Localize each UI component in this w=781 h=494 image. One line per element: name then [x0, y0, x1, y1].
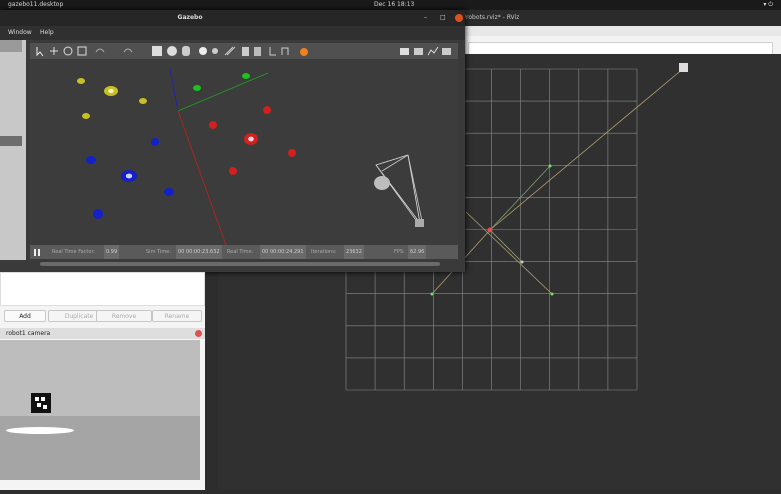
camera-floor — [0, 416, 200, 480]
tf-frames — [430, 63, 688, 296]
iterations-label: Iterations: — [311, 249, 337, 255]
maximize-icon[interactable]: □ — [440, 10, 446, 26]
iterations-value: 23632 — [344, 245, 364, 259]
log-icon[interactable] — [414, 48, 423, 55]
yellow-object — [77, 78, 85, 84]
sim-time-label: Sim Time: — [146, 249, 171, 255]
menu-window[interactable]: Window — [8, 26, 32, 40]
tf-frame-marker — [548, 164, 552, 168]
z-axis-line — [169, 68, 179, 112]
tf-frame-marker — [487, 227, 493, 233]
tf-frame-marker — [520, 260, 524, 264]
rename-button[interactable]: Rename — [152, 310, 202, 322]
object-highlight — [248, 136, 254, 142]
aruco-marker — [31, 393, 51, 413]
fps-label: FPS: — [394, 249, 405, 255]
translate-icon[interactable] — [50, 47, 58, 55]
blue-object — [151, 138, 159, 146]
camera-image — [0, 340, 200, 480]
fps-value: 62.96 — [408, 245, 427, 259]
change-view-icon[interactable] — [300, 48, 308, 56]
real-time-value: 00 00:00:24.291 — [260, 245, 306, 259]
gazebo-status-bar: Real Time Factor: 0.99 Sim Time: 00 00:0… — [30, 245, 458, 259]
gazebo-title: Gazebo — [177, 14, 203, 21]
blue-object — [164, 188, 174, 196]
gazebo-side-panel — [0, 40, 26, 260]
gazebo-scene-svg — [77, 68, 424, 246]
robot-marker-icon — [679, 63, 688, 72]
record-icon[interactable] — [442, 48, 451, 55]
snap-icon[interactable] — [281, 47, 289, 55]
gazebo-window: Gazebo – □ Window Help Real Time Factor:… — [0, 10, 465, 272]
point-light-icon[interactable] — [199, 47, 207, 55]
floor-reflection — [6, 427, 74, 434]
red-object — [229, 167, 237, 175]
robot-model — [374, 154, 424, 227]
camera-panel-title: robot1 camera — [6, 330, 51, 337]
add-button[interactable]: Add — [4, 310, 46, 322]
yellow-object — [82, 113, 90, 119]
screenshot-icon[interactable] — [400, 48, 409, 55]
red-object — [263, 106, 271, 114]
undo-icon[interactable] — [95, 48, 105, 53]
gazebo-horizontal-scrollbar[interactable] — [40, 262, 440, 266]
tf-frame-marker — [430, 292, 434, 296]
menu-help[interactable]: Help — [40, 26, 54, 40]
clock[interactable]: Dec 16 18:13 — [374, 0, 414, 10]
box-icon[interactable] — [152, 46, 162, 56]
gazebo-menubar: Window Help — [0, 26, 465, 40]
cylinder-icon[interactable] — [182, 46, 190, 56]
gazebo-toolbar — [30, 43, 458, 59]
paste-icon[interactable] — [254, 47, 261, 56]
green-object — [193, 85, 201, 91]
x-axis-line — [177, 110, 227, 246]
sphere-icon[interactable] — [167, 46, 177, 56]
red-object — [209, 121, 217, 129]
rtf-value: 0.99 — [104, 245, 120, 259]
minimize-icon[interactable]: – — [424, 10, 427, 26]
rviz-displays-panel: Add Duplicate Remove Rename — [0, 272, 205, 328]
scale-icon[interactable] — [77, 46, 87, 56]
rviz-titlebar: /robots.rviz* - RViz — [460, 10, 781, 26]
redo-icon[interactable] — [123, 48, 133, 53]
displays-list[interactable] — [0, 272, 205, 306]
remove-button[interactable]: Remove — [96, 310, 152, 322]
scene-objects — [77, 73, 296, 219]
camera-panel: robot1 camera — [0, 328, 205, 490]
plot-icon[interactable] — [427, 46, 439, 56]
rtf-label: Real Time Factor: — [52, 249, 96, 255]
blue-object — [86, 156, 96, 164]
yellow-object — [139, 98, 147, 104]
rviz-menubar — [460, 26, 781, 36]
directional-light-icon[interactable] — [224, 46, 236, 56]
y-axis-line — [177, 72, 269, 112]
blue-object — [93, 209, 103, 219]
camera-panel-header: robot1 camera — [0, 328, 205, 339]
close-icon[interactable] — [455, 14, 463, 22]
red-object — [288, 149, 296, 157]
object-highlight — [125, 173, 133, 179]
object-highlight — [108, 89, 114, 93]
spot-light-icon[interactable] — [212, 48, 218, 54]
close-icon[interactable] — [195, 330, 202, 337]
select-icon[interactable] — [36, 47, 44, 57]
pause-icon[interactable] — [34, 249, 40, 256]
rviz-title: /robots.rviz* - RViz — [464, 14, 520, 21]
side-panel-header — [0, 40, 22, 52]
gazebo-titlebar: Gazebo – □ — [0, 10, 465, 26]
gazebo-toolbar-icons — [36, 46, 451, 57]
gazebo-3d-scene[interactable] — [30, 59, 458, 246]
rotate-icon[interactable] — [63, 46, 73, 56]
camera-wall — [0, 340, 200, 416]
real-time-label: Real Time: — [227, 249, 254, 255]
system-tray-icon[interactable]: ▾ ⏻ — [763, 0, 773, 10]
copy-icon[interactable] — [242, 47, 249, 56]
side-panel-selected-row[interactable] — [0, 136, 22, 146]
activities-label[interactable]: gazebo11.desktop — [8, 0, 63, 10]
tf-frame-marker — [550, 292, 554, 296]
system-top-bar: gazebo11.desktop Dec 16 18:13 ▾ ⏻ — [0, 0, 781, 10]
align-icon[interactable] — [269, 47, 276, 56]
sim-time-value: 00 00:00:23.632 — [176, 245, 222, 259]
green-object — [242, 73, 250, 79]
